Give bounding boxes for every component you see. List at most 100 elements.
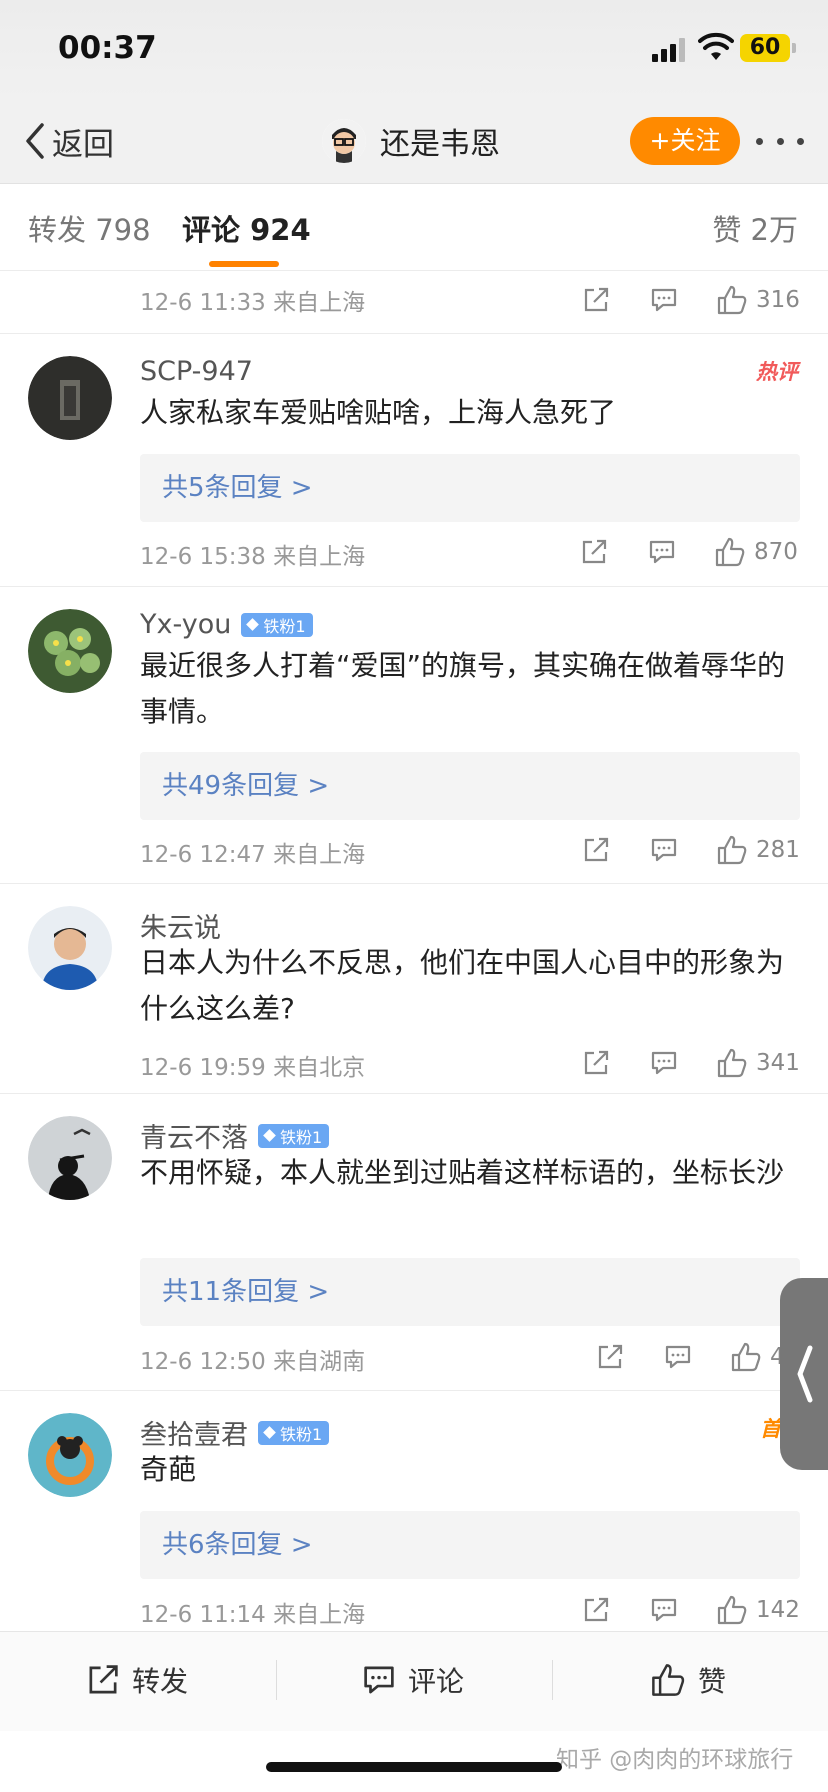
avatar[interactable] [28, 1116, 112, 1200]
share-icon[interactable] [582, 1046, 610, 1080]
share-icon[interactable] [582, 1593, 610, 1627]
back-button[interactable]: 返回 [22, 116, 114, 166]
home-indicator[interactable] [266, 1762, 562, 1772]
comment-actions: 142 [580, 1593, 800, 1627]
like-button[interactable]: 870 [714, 535, 798, 569]
comment-text: 日本人为什么不反思，他们在中国人心目中的形象为什么这么差? [140, 946, 785, 1025]
nav-user[interactable]: 还是韦恩 [322, 116, 500, 166]
like-icon [652, 1664, 685, 1696]
like-label: 赞 [698, 1665, 727, 1698]
divider [276, 1660, 277, 1700]
like-button[interactable]: 赞 [650, 1660, 726, 1700]
comment-author[interactable]: SCP-947 [140, 356, 253, 387]
like-count: 316 [756, 287, 800, 313]
comment-author[interactable]: Yx-you 铁粉1 [140, 609, 313, 640]
comment-text: 人家私家车爱贴啥贴啥，上海人急死了 [140, 396, 617, 429]
like-icon [717, 835, 747, 865]
signal-icon [652, 38, 686, 62]
like-button[interactable]: 142 [716, 1593, 800, 1627]
share-icon[interactable] [596, 1340, 624, 1374]
comment-item: Yx-you 铁粉1 最近很多人打着“爱国”的旗号，其实确在做着辱华的事情。 共4… [0, 587, 828, 884]
chevron-left-icon [797, 1345, 813, 1403]
wifi-icon [698, 32, 734, 60]
like-icon [717, 285, 747, 315]
like-button[interactable]: 316 [716, 283, 800, 317]
comment-icon[interactable] [650, 1046, 678, 1080]
avatar[interactable] [28, 356, 112, 440]
bottom-action-bar: 转发 评论 赞 [0, 1631, 828, 1731]
battery-icon: 60 [740, 34, 796, 62]
avatar[interactable] [28, 609, 112, 693]
comment-actions: 341 [580, 1046, 800, 1080]
nav-title: 还是韦恩 [380, 127, 500, 162]
view-replies-link[interactable]: 共49条回复 > [140, 752, 800, 820]
avatar[interactable] [28, 1413, 112, 1497]
share-icon[interactable] [582, 283, 610, 317]
like-count: 281 [756, 837, 800, 863]
comment-actions: 870 [580, 535, 800, 569]
comment-icon[interactable] [664, 1340, 692, 1374]
watermark: 知乎 @肉肉的环球旅行 [556, 1747, 794, 1773]
comment-button[interactable]: 评论 [362, 1660, 464, 1700]
comment-meta: 12-6 11:33 来自上海 [140, 290, 366, 316]
tab-active-indicator [209, 261, 279, 267]
nav-bar: 返回 还是韦恩 +关注 [0, 100, 828, 184]
fan-badge: 铁粉1 [258, 1420, 330, 1445]
like-button[interactable]: 281 [716, 833, 800, 867]
follow-button[interactable]: +关注 [630, 117, 740, 165]
comment-list[interactable]: 12-6 11:33 来自上海 316 SCP-947 热评 人家私家车爱贴啥贴… [0, 271, 828, 1631]
repost-label: 转发 [132, 1665, 189, 1698]
avatar[interactable] [28, 906, 112, 990]
tab-repost[interactable]: 转发 798 [28, 207, 151, 249]
hot-comment-badge: 热评 [756, 360, 798, 384]
comment-item: 叁拾壹君铁粉1 首评 奇葩 共6条回复 > 12-6 11:14 来自上海 14… [0, 1391, 828, 1631]
more-icon[interactable] [756, 126, 804, 156]
view-replies-link[interactable]: 共11条回复 > [140, 1258, 800, 1326]
like-icon [731, 1342, 761, 1372]
comment-item: SCP-947 热评 人家私家车爱贴啥贴啥，上海人急死了 共5条回复 > 12-… [0, 334, 828, 587]
side-collapse-tab[interactable] [780, 1278, 828, 1470]
share-icon [89, 1665, 118, 1694]
comment-icon[interactable] [650, 1593, 678, 1627]
like-count: 870 [754, 539, 798, 565]
status-bar: 00:37 60 [0, 0, 828, 100]
like-count: 341 [756, 1050, 800, 1076]
comment-actions: 316 [580, 283, 800, 317]
tab-comments[interactable]: 评论 924 [182, 207, 311, 249]
back-chevron-icon [26, 123, 44, 159]
like-icon [717, 1048, 747, 1078]
repost-button[interactable]: 转发 [86, 1660, 188, 1700]
like-icon [717, 1595, 747, 1625]
comment-icon[interactable] [650, 833, 678, 867]
back-label: 返回 [52, 126, 114, 163]
like-button[interactable]: 341 [716, 1046, 800, 1080]
comment-icon[interactable] [650, 283, 678, 317]
like-count: 142 [756, 1597, 800, 1623]
comment-meta: 12-6 11:14 来自上海 [140, 1602, 366, 1628]
tabs: 转发 798 评论 924 赞 2万 [0, 185, 828, 271]
comment-meta: 12-6 12:50 来自湖南 [140, 1349, 366, 1375]
comment-text: 不用怀疑，本人就坐到过贴着这样标语的，坐标长沙 [140, 1156, 785, 1189]
comment-label: 评论 [408, 1665, 465, 1698]
share-icon[interactable] [580, 535, 608, 569]
comment-meta: 12-6 12:47 来自上海 [140, 842, 366, 868]
share-icon[interactable] [582, 833, 610, 867]
tab-likes[interactable]: 赞 2万 [712, 207, 798, 249]
view-replies-link[interactable]: 共5条回复 > [140, 454, 800, 522]
comment-text: 奇葩 [140, 1453, 197, 1486]
comment-meta: 12-6 15:38 来自上海 [140, 544, 366, 570]
comment-partial: 12-6 11:33 来自上海 316 [0, 271, 828, 334]
comment-meta: 12-6 19:59 来自北京 [140, 1055, 366, 1081]
comment-item: 朱云说 日本人为什么不反思，他们在中国人心目中的形象为什么这么差? 12-6 1… [0, 884, 828, 1094]
comment-text: 最近很多人打着“爱国”的旗号，其实确在做着辱华的事情。 [140, 649, 786, 728]
comment-actions: 281 [580, 833, 800, 867]
like-icon [715, 537, 745, 567]
comment-icon [364, 1666, 394, 1694]
like-button[interactable]: 4 [730, 1340, 785, 1374]
divider [552, 1660, 553, 1700]
comment-item: 青云不落 铁粉1 不用怀疑，本人就坐到过贴着这样标语的，坐标长沙 共11条回复 >… [0, 1094, 828, 1391]
comment-icon[interactable] [648, 535, 676, 569]
fan-badge: 铁粉1 [258, 1123, 330, 1148]
fan-badge: 铁粉1 [241, 612, 313, 637]
view-replies-link[interactable]: 共6条回复 > [140, 1511, 800, 1579]
